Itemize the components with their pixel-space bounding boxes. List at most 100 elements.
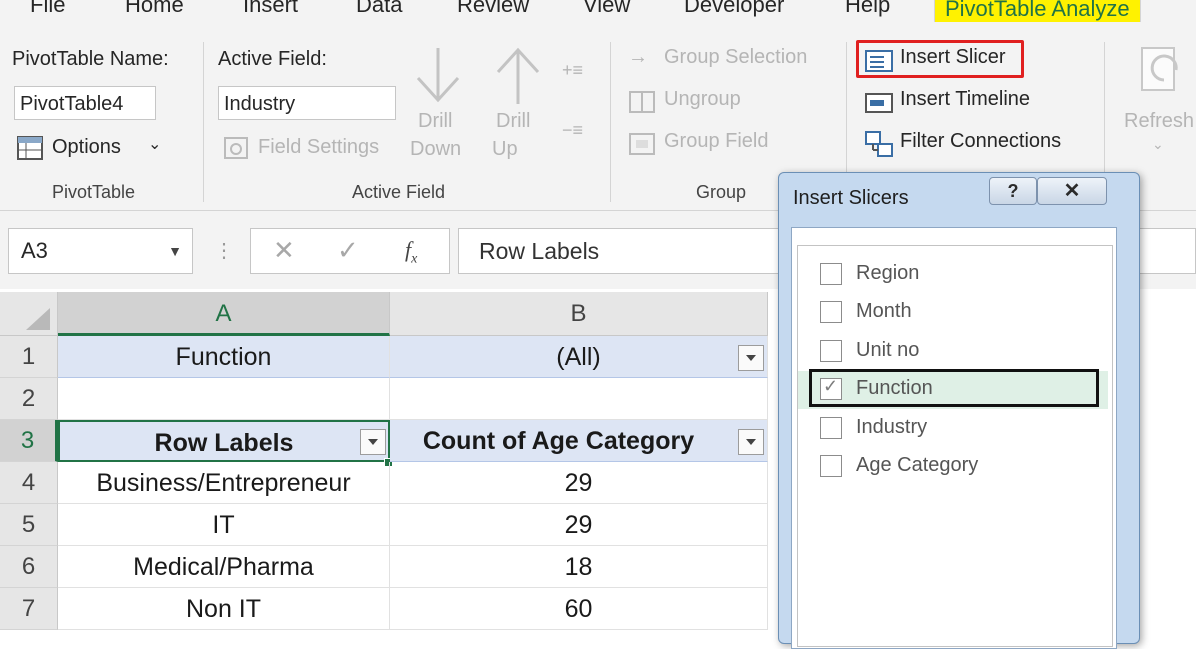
drill-up-label-2: Up <box>492 138 518 160</box>
table-row-label[interactable]: Non IT <box>58 588 390 630</box>
row-header-1[interactable]: 1 <box>0 336 58 378</box>
pivottable-name-input[interactable]: PivotTable4 <box>14 86 156 120</box>
expand-field-icon[interactable]: +≡ <box>562 60 583 81</box>
drill-up-label-1: Drill <box>496 110 531 132</box>
timeline-icon <box>865 93 893 113</box>
arrow-up-icon <box>496 47 540 104</box>
help-button[interactable]: ? <box>989 177 1037 205</box>
formula-buttons: ✕ ✓ fx <box>250 228 450 274</box>
ungroup-icon <box>629 91 655 113</box>
tab-help[interactable]: Help <box>845 0 890 18</box>
group-separator <box>203 42 204 202</box>
checkbox[interactable] <box>820 417 842 439</box>
insert-function-icon[interactable]: fx <box>405 237 417 267</box>
table-row-label[interactable]: Medical/Pharma <box>58 546 390 588</box>
slicer-field-list: Region Month Unit no Function Industry A… <box>797 245 1113 647</box>
group-separator <box>610 42 611 202</box>
list-item-label: Unit no <box>856 339 920 361</box>
list-item-label: Month <box>856 300 912 322</box>
insert-slicers-dialog: Insert Slicers ? ✕ Region Month Unit no … <box>778 172 1140 649</box>
select-all-triangle-icon <box>26 308 50 330</box>
empty-cell[interactable] <box>58 378 390 420</box>
row-labels-dropdown-button[interactable] <box>360 429 386 455</box>
row-header-6[interactable]: 6 <box>0 546 58 588</box>
tab-data[interactable]: Data <box>356 0 402 18</box>
filter-value-cell[interactable]: (All) <box>390 336 768 378</box>
checkbox[interactable] <box>820 455 842 477</box>
row-labels-header-cell[interactable]: Row Labels <box>58 420 390 462</box>
drill-up-button[interactable]: Drill Up <box>488 44 548 174</box>
table-row-count[interactable]: 29 <box>390 504 768 546</box>
row-header-7[interactable]: 7 <box>0 588 58 630</box>
field-settings-icon <box>224 137 248 159</box>
checkbox[interactable] <box>820 340 842 362</box>
insert-timeline-label: Insert Timeline <box>900 88 1031 110</box>
name-box[interactable]: A3 ▼ <box>8 228 193 274</box>
tab-developer[interactable]: Developer <box>684 0 784 18</box>
table-row-label[interactable]: Business/Entrepreneur <box>58 462 390 504</box>
column-header-b[interactable]: B <box>390 292 768 336</box>
active-field-input[interactable]: Industry <box>218 86 396 120</box>
list-item-unit-no[interactable]: Unit no <box>798 333 1108 371</box>
checkbox[interactable] <box>820 263 842 285</box>
drill-down-label-2: Down <box>410 138 462 160</box>
group-selection-label: Group Selection <box>664 46 808 68</box>
chevron-down-icon: ⌄ <box>1152 136 1164 152</box>
count-header-cell[interactable]: Count of Age Category <box>390 420 768 462</box>
dropdown-arrow-icon[interactable]: ▼ <box>168 229 182 273</box>
collapse-field-icon[interactable]: −≡ <box>562 120 583 141</box>
enter-check-icon[interactable]: ✓ <box>337 235 359 266</box>
filter-dropdown-button[interactable] <box>738 345 764 371</box>
active-field-label: Active Field: <box>218 48 327 70</box>
list-item-label: Age Category <box>856 454 979 476</box>
row-header-5[interactable]: 5 <box>0 504 58 546</box>
tab-pivottable-analyze[interactable]: PivotTable Analyze <box>934 0 1141 22</box>
ungroup-label: Ungroup <box>664 88 741 110</box>
insert-timeline-button[interactable]: Insert Timeline <box>864 86 1064 118</box>
pivottable-name-label: PivotTable Name: <box>12 48 169 70</box>
row-header-3[interactable]: 3 <box>0 420 58 462</box>
list-item-age-category[interactable]: Age Category <box>798 448 1108 486</box>
options-label: Options <box>52 136 121 158</box>
tab-insert[interactable]: Insert <box>243 0 298 18</box>
tab-view[interactable]: View <box>583 0 630 18</box>
list-item-label: Region <box>856 262 920 284</box>
filter-field-cell[interactable]: Function <box>58 336 390 378</box>
field-settings-label: Field Settings <box>258 136 380 158</box>
field-settings-button[interactable]: Field Settings <box>222 132 392 166</box>
select-all-corner[interactable] <box>0 292 58 336</box>
close-button[interactable]: ✕ <box>1037 177 1107 205</box>
table-row-count[interactable]: 60 <box>390 588 768 630</box>
row-header-4[interactable]: 4 <box>0 462 58 504</box>
cancel-icon[interactable]: ✕ <box>273 235 295 266</box>
tab-home[interactable]: Home <box>125 0 184 18</box>
group-label-active-field: Active Field <box>352 182 446 202</box>
ungroup-button[interactable]: Ungroup <box>628 86 828 118</box>
group-selection-button[interactable]: → Group Selection <box>628 44 828 76</box>
refresh-label: Refresh <box>1124 110 1195 132</box>
column-header-a[interactable]: A <box>58 292 390 336</box>
empty-cell[interactable] <box>390 378 768 420</box>
name-box-value: A3 <box>21 238 48 263</box>
drill-down-button[interactable]: Drill Down <box>408 44 468 174</box>
table-row-label[interactable]: IT <box>58 504 390 546</box>
function-highlight-box <box>809 369 1099 407</box>
group-field-button[interactable]: Group Field <box>628 128 828 160</box>
ribbon-tabs: File Home Insert Data Review View Develo… <box>0 0 1196 30</box>
options-button[interactable]: Options ⌄ <box>16 132 166 166</box>
group-label-pivottable: PivotTable <box>52 182 136 202</box>
refresh-button[interactable]: Refresh ⌄ <box>1122 44 1196 174</box>
count-header-dropdown-button[interactable] <box>738 429 764 455</box>
list-item-region[interactable]: Region <box>798 256 1108 294</box>
table-row-count[interactable]: 29 <box>390 462 768 504</box>
row-header-2[interactable]: 2 <box>0 378 58 420</box>
tab-review[interactable]: Review <box>457 0 529 18</box>
more-options-icon[interactable]: ⋮ <box>214 238 234 263</box>
filter-connections-button[interactable]: Filter Connections <box>864 128 1084 160</box>
list-item-month[interactable]: Month <box>798 294 1108 332</box>
group-field-label: Group Field <box>664 130 769 152</box>
list-item-industry[interactable]: Industry <box>798 410 1108 448</box>
table-row-count[interactable]: 18 <box>390 546 768 588</box>
tab-file[interactable]: File <box>30 0 65 18</box>
checkbox[interactable] <box>820 301 842 323</box>
